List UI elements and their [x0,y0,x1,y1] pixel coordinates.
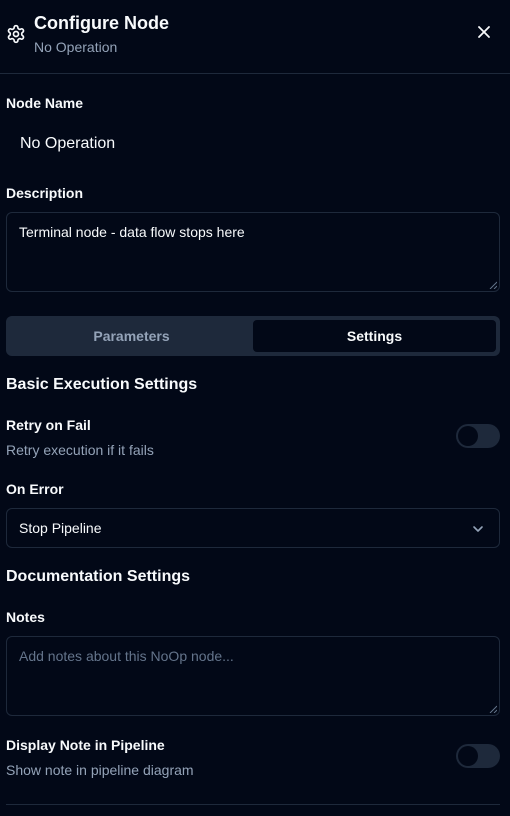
on-error-value: Stop Pipeline [19,520,102,536]
panel-title: Configure Node [34,13,169,33]
tab-list: Parameters Settings [6,316,500,356]
configure-node-panel: Configure Node No Operation Node Name No… [0,0,510,816]
tab-parameters[interactable]: Parameters [10,320,253,352]
display-note-description: Show note in pipeline diagram [6,762,194,778]
close-icon [477,25,491,44]
toggle-knob [458,426,478,446]
divider [6,804,500,805]
chevron-down-icon [473,526,483,532]
documentation-heading: Documentation Settings [6,568,191,585]
basic-execution-heading: Basic Execution Settings [6,376,198,393]
tab-settings[interactable]: Settings [253,320,496,352]
display-note-label: Display Note in Pipeline [6,737,165,753]
notes-placeholder: Add notes about this NoOp node... [19,648,234,664]
on-error-select[interactable]: Stop Pipeline [6,508,500,548]
close-button[interactable] [472,22,496,46]
notes-label: Notes [6,609,45,625]
description-value: Terminal node - data flow stops here [19,224,245,240]
toggle-knob [458,746,478,766]
panel-header: Configure Node No Operation [0,0,510,74]
on-error-label: On Error [6,481,64,497]
retry-description: Retry execution if it fails [6,442,154,458]
description-textarea[interactable]: Terminal node - data flow stops here [6,212,500,292]
panel-subtitle: No Operation [34,39,118,55]
retry-toggle[interactable] [456,424,500,448]
gear-icon [6,24,26,44]
description-label: Description [6,185,84,201]
notes-textarea[interactable]: Add notes about this NoOp node... [6,636,500,716]
resize-grip-icon[interactable] [489,705,497,713]
node-name-label: Node Name [6,95,84,111]
node-name-input[interactable]: No Operation [6,124,500,164]
retry-label: Retry on Fail [6,417,91,433]
display-note-toggle[interactable] [456,744,500,768]
resize-grip-icon[interactable] [489,281,497,289]
